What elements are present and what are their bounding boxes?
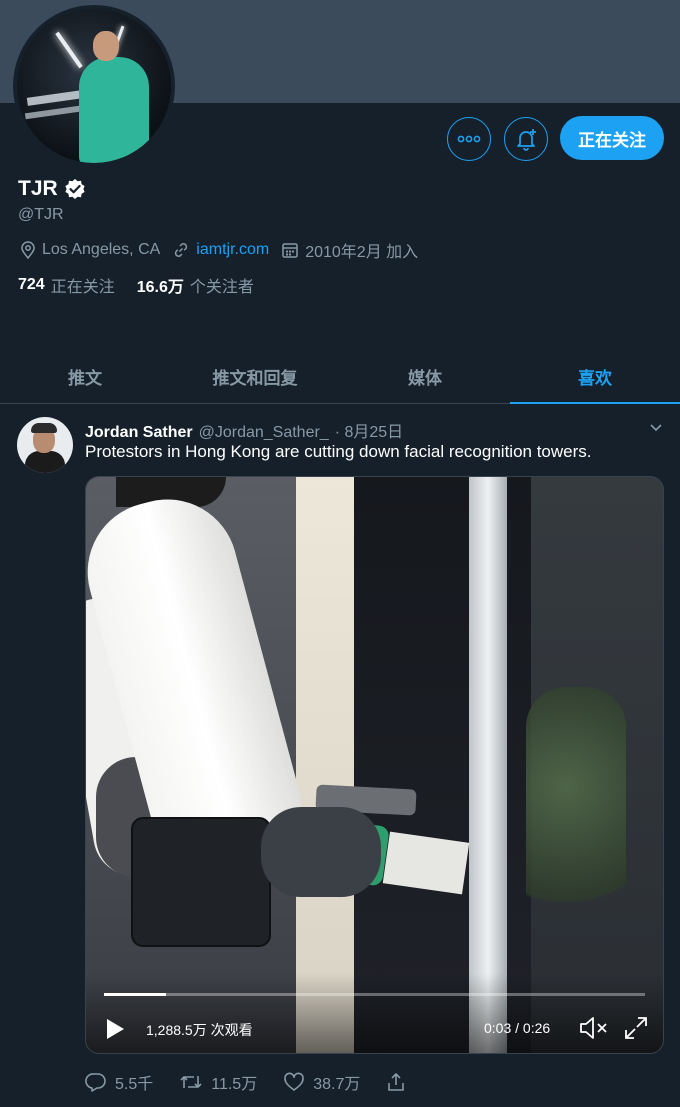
- video-progress-fill: [104, 993, 167, 996]
- location-item: Los Angeles, CA: [20, 241, 160, 259]
- profile-meta: Los Angeles, CA iamtjr.com 2010年2月 加入: [20, 238, 430, 262]
- tab-media[interactable]: 媒体: [340, 350, 510, 403]
- tweet-author-handle[interactable]: @Jordan_Sather_: [199, 424, 329, 442]
- video-view-count: 1,288.5万 次观看: [146, 1022, 253, 1038]
- tweet-date[interactable]: · 8月25日: [335, 418, 403, 442]
- retweet-action[interactable]: 11.5万: [179, 1070, 257, 1094]
- more-icon: [457, 135, 481, 143]
- profile-avatar[interactable]: [13, 5, 175, 167]
- retweet-icon: [180, 1076, 202, 1088]
- tweet-video[interactable]: 1,288.5万 次观看 0:03 / 0:26: [85, 476, 664, 1054]
- following-count: 724: [18, 276, 45, 293]
- tweet-header: Jordan Sather @Jordan_Sather_ · 8月25日: [85, 418, 403, 442]
- reply-action[interactable]: 5.5千: [85, 1070, 153, 1094]
- notification-bell-icon: [517, 129, 536, 151]
- calendar-icon: [282, 243, 298, 258]
- profile-name-row: TJR: [18, 177, 86, 201]
- tweet-author-name[interactable]: Jordan Sather: [85, 424, 193, 442]
- tab-tweets[interactable]: 推文: [0, 350, 170, 403]
- website-link[interactable]: iamtjr.com: [196, 241, 269, 259]
- joined-item: 2010年2月 加入: [281, 238, 418, 262]
- tab-likes[interactable]: 喜欢: [510, 350, 680, 404]
- profile-handle: @TJR: [18, 206, 64, 223]
- like-count: 38.7万: [313, 1076, 361, 1093]
- retweet-count: 11.5万: [211, 1076, 258, 1093]
- reply-count: 5.5千: [115, 1076, 154, 1093]
- tab-tweets-and-replies[interactable]: 推文和回复: [170, 350, 340, 403]
- following-label: 正在关注: [50, 279, 115, 296]
- like-action[interactable]: 38.7万: [283, 1070, 360, 1094]
- following-button[interactable]: 正在关注: [560, 116, 664, 160]
- location-text: Los Angeles, CA: [42, 241, 161, 258]
- reply-icon: [85, 1073, 106, 1092]
- followers-stat[interactable]: 16.6万 个关注者: [137, 273, 254, 297]
- notification-button[interactable]: [504, 117, 548, 161]
- tweet-text: Protestors in Hong Kong are cutting down…: [85, 442, 592, 461]
- share-action[interactable]: [386, 1072, 406, 1092]
- profile-name: TJR: [18, 177, 58, 200]
- like-icon: [284, 1072, 305, 1091]
- followers-count: 16.6万: [136, 279, 184, 296]
- following-stat[interactable]: 724 正在关注: [18, 273, 115, 297]
- profile-stats: 724 正在关注 16.6万 个关注者: [18, 273, 276, 297]
- tweet-menu-button[interactable]: [648, 420, 664, 436]
- joined-text: 2010年2月 加入: [305, 244, 419, 261]
- followers-label: 个关注者: [189, 279, 254, 296]
- play-icon[interactable]: [104, 1017, 126, 1041]
- video-progress-bar[interactable]: [104, 993, 645, 996]
- link-icon: [175, 243, 188, 257]
- chevron-down-icon: [650, 424, 662, 432]
- verified-badge-icon: [65, 179, 85, 199]
- mute-icon[interactable]: [578, 1015, 610, 1041]
- location-pin-icon: [21, 241, 35, 259]
- share-icon: [388, 1073, 405, 1091]
- profile-tabs: 推文 推文和回复 媒体 喜欢: [0, 350, 680, 404]
- more-options-button[interactable]: [447, 117, 491, 161]
- website-item[interactable]: iamtjr.com: [172, 241, 269, 259]
- tweet-author-avatar[interactable]: [17, 417, 73, 473]
- video-time: 0:03 / 0:26: [484, 1020, 551, 1036]
- tweet-actions: 5.5千 11.5万 38.7万: [85, 1070, 432, 1094]
- fullscreen-icon[interactable]: [623, 1015, 649, 1041]
